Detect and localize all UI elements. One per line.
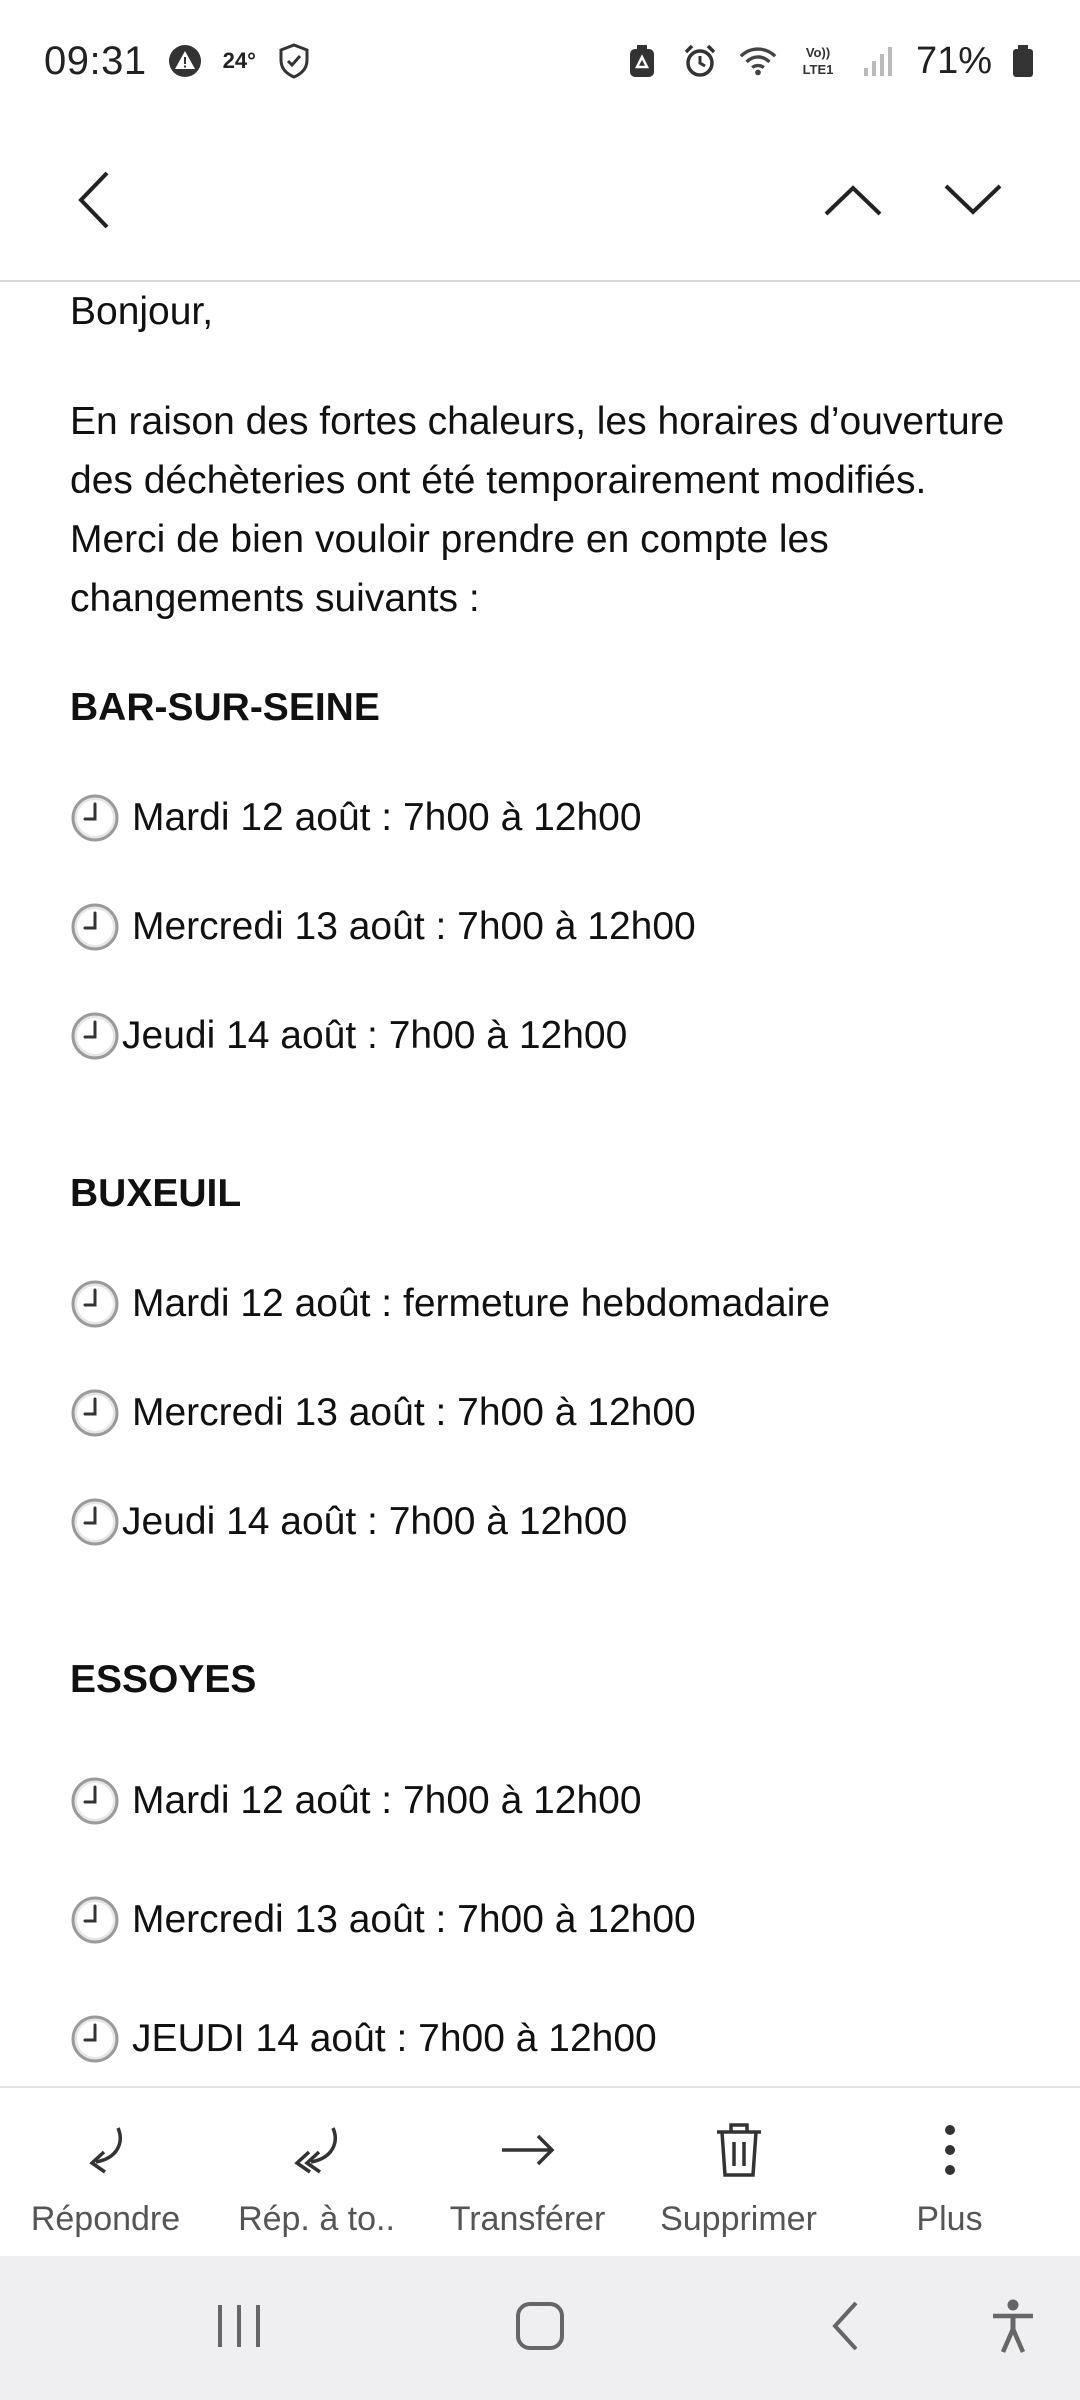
alarm-icon bbox=[680, 41, 720, 81]
clock-icon bbox=[70, 1388, 120, 1438]
forward-label: Transférer bbox=[449, 2200, 606, 2238]
shield-icon bbox=[274, 41, 314, 81]
home-button[interactable] bbox=[490, 2278, 590, 2378]
schedule-item: Jeudi 14 août : 7h00 à 12h00 bbox=[70, 1495, 627, 1549]
back-icon bbox=[830, 2300, 860, 2357]
email-body[interactable]: Bonjour, En raison des fortes chaleurs, … bbox=[0, 284, 1080, 2086]
accessibility-button[interactable] bbox=[963, 2278, 1063, 2378]
accessibility-icon bbox=[990, 2298, 1036, 2359]
schedule-text: Mardi 12 août : 7h00 à 12h00 bbox=[132, 1779, 642, 1822]
next-email-button[interactable] bbox=[928, 157, 1018, 247]
schedule-text: JEUDI 14 août : 7h00 à 12h00 bbox=[132, 2017, 657, 2060]
volte-icon: Vo)) LTE1 bbox=[796, 41, 840, 81]
schedule-text: Jeudi 14 août : 7h00 à 12h00 bbox=[122, 1500, 628, 1543]
forward-icon bbox=[496, 2118, 560, 2182]
reply-button[interactable]: Répondre bbox=[0, 2088, 211, 2258]
section-title: BAR-SUR-SEINE bbox=[70, 686, 380, 729]
forward-button[interactable]: Transférer bbox=[422, 2088, 633, 2258]
delete-button[interactable]: Supprimer bbox=[633, 2088, 844, 2258]
more-label: Plus bbox=[916, 2200, 983, 2238]
recent-apps-icon bbox=[214, 2303, 264, 2354]
home-icon bbox=[515, 2301, 565, 2356]
svg-text:Vo)): Vo)) bbox=[806, 45, 830, 60]
reply-all-icon bbox=[285, 2118, 349, 2182]
schedule-item: Jeudi 14 août : 7h00 à 12h00 bbox=[70, 1009, 627, 1063]
schedule-item: Mercredi 13 août : 7h00 à 12h00 bbox=[70, 1893, 696, 1947]
clock-icon bbox=[70, 793, 120, 843]
schedule-item: Mardi 12 août : fermeture hebdomadaire bbox=[70, 1277, 830, 1331]
schedule-item: Mardi 12 août : 7h00 à 12h00 bbox=[70, 1774, 642, 1828]
section-title: ESSOYES bbox=[70, 1658, 257, 1701]
status-right: Vo)) LTE1 71% bbox=[622, 40, 1036, 83]
more-vertical-icon bbox=[918, 2118, 982, 2182]
system-nav-bar bbox=[0, 2256, 1080, 2400]
warning-triangle-icon bbox=[165, 41, 205, 81]
chevron-down-icon bbox=[942, 182, 1004, 223]
svg-text:LTE1: LTE1 bbox=[803, 62, 834, 77]
trash-icon bbox=[707, 2118, 771, 2182]
email-intro: En raison des fortes chaleurs, les horai… bbox=[70, 400, 1005, 620]
schedule-text: Mercredi 13 août : 7h00 à 12h00 bbox=[132, 1391, 696, 1434]
schedule-text: Mercredi 13 août : 7h00 à 12h00 bbox=[132, 905, 696, 948]
section-title: BUXEUIL bbox=[70, 1172, 242, 1215]
chevron-left-icon bbox=[73, 169, 113, 236]
wifi-icon bbox=[738, 41, 778, 81]
reply-all-label: Rép. à to.. bbox=[238, 2200, 395, 2238]
back-button[interactable] bbox=[48, 157, 138, 247]
email-action-bar: Répondre Rép. à to.. Transférer Supprime… bbox=[0, 2086, 1080, 2256]
status-left: 09:31 24° bbox=[44, 39, 314, 84]
reply-label: Répondre bbox=[30, 2200, 181, 2238]
status-bar: 09:31 24° Vo)) LTE1 71% bbox=[0, 0, 1080, 122]
reply-icon bbox=[74, 2118, 138, 2182]
recent-apps-button[interactable] bbox=[189, 2278, 289, 2378]
schedule-text: Mercredi 13 août : 7h00 à 12h00 bbox=[132, 1898, 696, 1941]
clock-icon bbox=[70, 1279, 120, 1329]
status-time: 09:31 bbox=[44, 38, 147, 83]
clock-icon bbox=[70, 2014, 120, 2064]
more-button[interactable]: Plus bbox=[844, 2088, 1055, 2258]
signal-icon bbox=[858, 41, 898, 81]
schedule-text: Mardi 12 août : fermeture hebdomadaire bbox=[132, 1282, 831, 1325]
schedule-item: Mercredi 13 août : 7h00 à 12h00 bbox=[70, 900, 696, 954]
reply-all-button[interactable]: Rép. à to.. bbox=[211, 2088, 422, 2258]
schedule-text: Mardi 12 août : 7h00 à 12h00 bbox=[132, 796, 642, 839]
clock-icon bbox=[70, 902, 120, 952]
schedule-item: JEUDI 14 août : 7h00 à 12h00 bbox=[70, 2012, 657, 2066]
recycle-icon bbox=[622, 41, 662, 81]
clock-icon bbox=[70, 1011, 120, 1061]
battery-icon bbox=[1010, 41, 1036, 81]
clock-icon bbox=[70, 1895, 120, 1945]
clock-icon bbox=[70, 1776, 120, 1826]
email-top-bar bbox=[0, 122, 1080, 282]
schedule-text: Jeudi 14 août : 7h00 à 12h00 bbox=[122, 1014, 628, 1057]
battery-percentage: 71% bbox=[915, 39, 992, 82]
chevron-up-icon bbox=[822, 182, 884, 223]
email-greeting: Bonjour, bbox=[70, 290, 214, 333]
status-temperature: 24° bbox=[222, 48, 256, 73]
schedule-item: Mardi 12 août : 7h00 à 12h00 bbox=[70, 791, 642, 845]
schedule-item: Mercredi 13 août : 7h00 à 12h00 bbox=[70, 1386, 696, 1440]
delete-label: Supprimer bbox=[660, 2200, 817, 2238]
previous-email-button[interactable] bbox=[808, 157, 898, 247]
system-back-button[interactable] bbox=[795, 2278, 895, 2378]
clock-icon bbox=[70, 1497, 120, 1547]
